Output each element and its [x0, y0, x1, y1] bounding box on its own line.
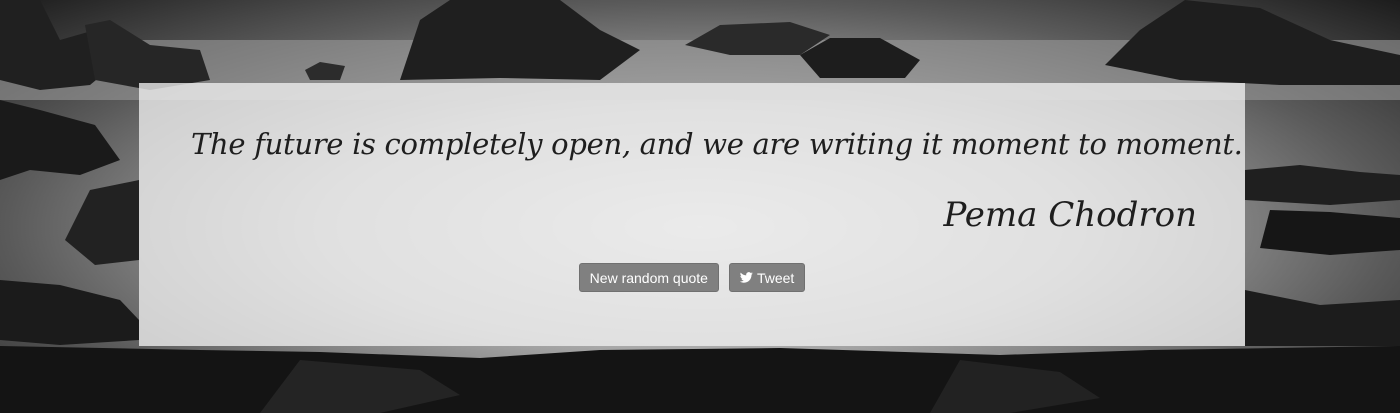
tweet-label: Tweet	[756, 269, 795, 286]
quote-panel: The future is completely open, and we ar…	[139, 83, 1245, 346]
twitter-bird-icon	[739, 272, 753, 283]
quote-author: Pema Chodron	[943, 195, 1197, 235]
page-background: The future is completely open, and we ar…	[0, 0, 1400, 413]
new-random-quote-label: New random quote	[589, 269, 708, 286]
quote-text: The future is completely open, and we ar…	[191, 127, 1243, 161]
tweet-button[interactable]: Tweet	[728, 263, 806, 292]
quote-actions: New random quote Tweet	[139, 263, 1245, 292]
new-random-quote-button[interactable]: New random quote	[578, 263, 719, 292]
